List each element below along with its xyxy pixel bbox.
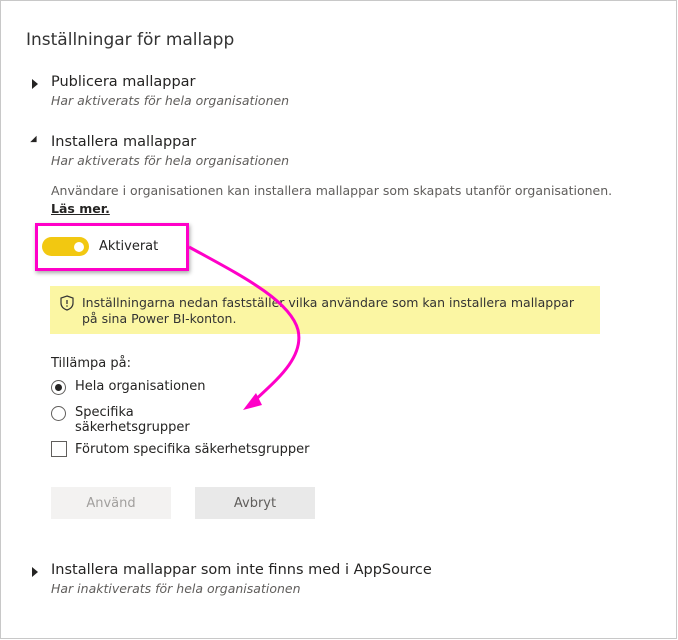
radio-specific-groups[interactable]: Specifika säkerhetsgrupper: [51, 405, 251, 435]
highlight-box: [35, 223, 189, 271]
page-title: Inställningar för mallapp: [26, 30, 235, 50]
section-status: Har aktiverats för hela organisationen: [51, 93, 290, 108]
apply-to-label: Tillämpa på:: [51, 356, 131, 371]
section-publish: Publicera mallappar Har aktiverats för h…: [51, 74, 289, 108]
learn-more-link[interactable]: Läs mer.: [51, 201, 110, 216]
apply-button[interactable]: Använd: [51, 487, 171, 519]
section-description: Användare i organisationen kan installer…: [51, 183, 613, 198]
radio-selected-icon: [51, 380, 66, 395]
section-install: Installera mallappar Har aktiverats för …: [51, 134, 289, 168]
checkbox-icon: [51, 441, 67, 457]
chevron-right-icon: [32, 79, 38, 89]
section-title: Installera mallappar: [51, 134, 197, 150]
except-groups-checkbox[interactable]: Förutom specifika säkerhetsgrupper: [51, 441, 311, 459]
checkbox-label: Förutom specifika säkerhetsgrupper: [75, 442, 310, 457]
banner-text-line1: Inställningarna nedan fastställer vilka …: [82, 295, 574, 310]
expand-appsource-button[interactable]: [32, 566, 42, 578]
info-banner: Inställningarna nedan fastställer vilka …: [50, 286, 600, 334]
expand-publish-button[interactable]: [32, 78, 42, 90]
radio-empty-icon: [51, 406, 66, 421]
radio-label: Specifika säkerhetsgrupper: [75, 405, 190, 435]
section-appsource: Installera mallappar som inte finns med …: [51, 562, 432, 596]
collapse-install-button[interactable]: [30, 135, 40, 148]
section-title: Publicera mallappar: [51, 74, 196, 90]
section-title: Installera mallappar som inte finns med …: [51, 562, 432, 578]
radio-label: Hela organisationen: [75, 379, 206, 394]
section-status: Har aktiverats för hela organisationen: [51, 153, 290, 168]
cancel-button[interactable]: Avbryt: [195, 487, 315, 519]
shield-warning-icon: [60, 295, 74, 311]
section-status: Har inaktiverats för hela organisationen: [51, 581, 301, 596]
chevron-down-icon: [30, 135, 40, 146]
chevron-right-icon: [32, 567, 38, 577]
radio-whole-org[interactable]: Hela organisationen: [51, 379, 251, 397]
banner-text-line2: på sina Power BI-konton.: [82, 311, 237, 326]
